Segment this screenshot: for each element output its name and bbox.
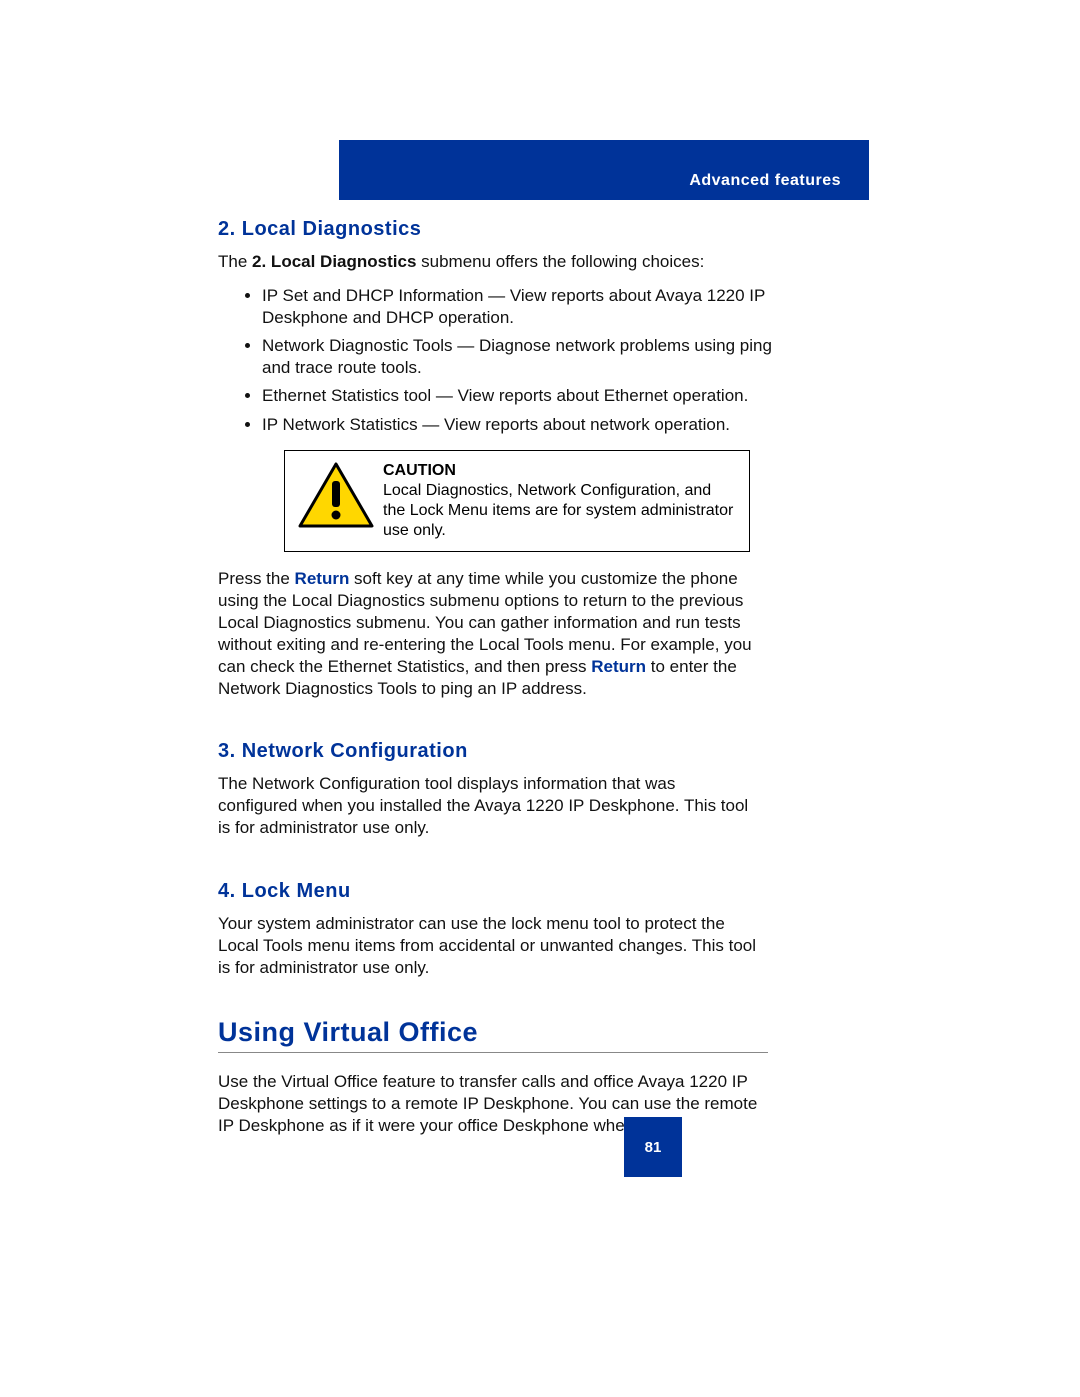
document-page: Advanced features 2. Local Diagnostics T…: [0, 0, 1080, 1397]
heading-virtual-office: Using Virtual Office: [218, 1017, 768, 1053]
text-fragment: The: [218, 252, 252, 271]
list-item: IP Network Statistics — View reports abo…: [262, 414, 782, 436]
bold-text: 2. Local Diagnostics: [252, 252, 416, 271]
warning-icon: [295, 461, 377, 531]
page-number-tab: 81: [624, 1117, 682, 1177]
heading-network-config: 3. Network Configuration: [218, 740, 868, 763]
list-item: Network Diagnostic Tools — Diagnose netw…: [262, 335, 782, 379]
list-item: Ethernet Statistics tool — View reports …: [262, 385, 782, 407]
caution-title: CAUTION: [383, 461, 737, 481]
return-paragraph: Press the Return soft key at any time wh…: [218, 568, 758, 701]
header-label: Advanced features: [689, 172, 841, 190]
return-keyword: Return: [591, 657, 646, 676]
return-keyword: Return: [295, 569, 350, 588]
page-number: 81: [645, 1139, 662, 1156]
heading-lock-menu: 4. Lock Menu: [218, 880, 868, 903]
text-fragment: Press the: [218, 569, 295, 588]
heading-local-diagnostics: 2. Local Diagnostics: [218, 218, 868, 241]
text-fragment: submenu offers the following choices:: [416, 252, 704, 271]
local-bullet-list: IP Set and DHCP Information — View repor…: [218, 285, 782, 436]
caution-text: CAUTION Local Diagnostics, Network Confi…: [383, 461, 737, 541]
network-config-body: The Network Configuration tool displays …: [218, 773, 758, 839]
content-area: 2. Local Diagnostics The 2. Local Diagno…: [218, 218, 868, 1149]
list-item: IP Set and DHCP Information — View repor…: [262, 285, 782, 329]
local-intro: The 2. Local Diagnostics submenu offers …: [218, 251, 758, 273]
caution-body: Local Diagnostics, Network Configuration…: [383, 482, 733, 539]
header-bar: Advanced features: [339, 140, 869, 200]
caution-box: CAUTION Local Diagnostics, Network Confi…: [284, 450, 750, 552]
lock-menu-body: Your system administrator can use the lo…: [218, 913, 758, 979]
